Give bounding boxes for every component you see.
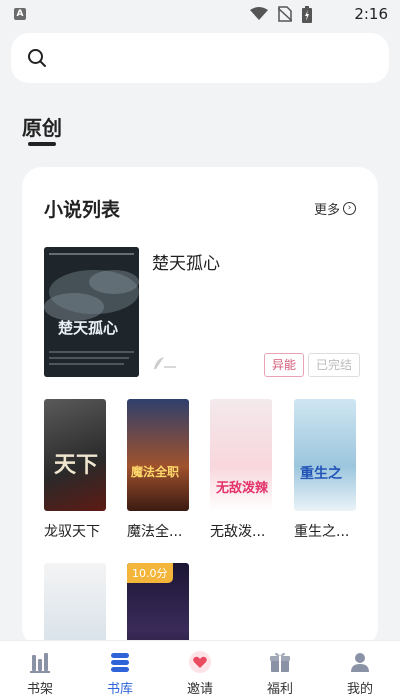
app-notification-icon: A bbox=[14, 8, 26, 20]
tab-library[interactable]: 书库 bbox=[80, 641, 160, 700]
novel-list-card: 小说列表 更多 › 楚天孤心 楚天孤心 异能 已完结 天下 龙驭天下 魔法全职 bbox=[22, 167, 378, 647]
score-badge: 10.0分 bbox=[127, 563, 173, 583]
status-time: 2:16 bbox=[354, 5, 388, 23]
book-cover-text: 重生之 bbox=[300, 466, 342, 482]
battery-icon bbox=[302, 5, 312, 23]
featured-cover-title: 楚天孤心 bbox=[58, 319, 119, 337]
quill-icon bbox=[154, 357, 176, 369]
featured-book-cover[interactable]: 楚天孤心 bbox=[44, 247, 139, 377]
bookshelf-icon bbox=[30, 653, 50, 673]
tab-label: 书库 bbox=[106, 682, 133, 697]
no-sim-icon bbox=[278, 6, 292, 22]
book-cover-text: 天下 bbox=[54, 453, 99, 478]
tab-bookshelf[interactable]: 书架 bbox=[0, 641, 80, 700]
book-cover: 魔法全职 bbox=[127, 399, 189, 511]
book-cover: 10.0分 bbox=[127, 563, 189, 647]
status-tag: 已完结 bbox=[308, 353, 361, 377]
book-title: 龙驭天下 bbox=[44, 524, 100, 540]
book-cover-text: 无敌泼辣 bbox=[216, 481, 269, 496]
tab-label: 我的 bbox=[346, 682, 373, 697]
book-cover-text: 魔法全职 bbox=[131, 465, 180, 479]
book-item[interactable] bbox=[44, 563, 106, 647]
featured-book-title[interactable]: 楚天孤心 bbox=[152, 249, 220, 274]
chevron-right-circle-icon: › bbox=[343, 202, 356, 215]
book-cover: 重生之 bbox=[294, 399, 356, 511]
book-title: 魔法全... bbox=[127, 524, 183, 540]
section-title[interactable]: 原创 bbox=[22, 112, 62, 141]
tab-welfare[interactable]: 福利 bbox=[240, 641, 320, 700]
search-bar[interactable] bbox=[11, 33, 389, 83]
more-label: 更多 bbox=[313, 203, 340, 218]
book-cover bbox=[44, 563, 106, 647]
search-icon bbox=[28, 49, 46, 67]
tab-label: 邀请 bbox=[186, 682, 213, 697]
section-underline bbox=[28, 142, 56, 146]
tab-label: 书架 bbox=[26, 682, 53, 697]
genre-tag: 异能 bbox=[264, 353, 305, 377]
book-title: 无敌泼... bbox=[210, 524, 266, 540]
profile-icon bbox=[351, 653, 369, 672]
book-item[interactable]: 魔法全职 魔法全... bbox=[127, 399, 189, 541]
library-icon bbox=[111, 653, 129, 672]
book-item[interactable]: 10.0分 bbox=[127, 563, 189, 647]
card-title: 小说列表 bbox=[44, 199, 121, 221]
tab-label: 福利 bbox=[266, 682, 293, 697]
tab-invite[interactable]: 邀请 bbox=[160, 641, 240, 700]
status-bar: A 2:16 bbox=[0, 0, 400, 28]
book-cover: 天下 bbox=[44, 399, 106, 511]
book-cover: 无敌泼辣 bbox=[210, 399, 272, 511]
wifi-icon bbox=[250, 7, 268, 20]
more-button[interactable]: 更多 › bbox=[314, 199, 356, 218]
book-item[interactable]: 重生之 重生之... bbox=[294, 399, 356, 541]
book-title: 重生之... bbox=[294, 524, 350, 540]
book-item[interactable]: 无敌泼辣 无敌泼... bbox=[210, 399, 272, 541]
gift-icon bbox=[270, 652, 290, 672]
book-item[interactable]: 天下 龙驭天下 bbox=[44, 399, 106, 541]
status-icons bbox=[250, 5, 312, 23]
tab-profile[interactable]: 我的 bbox=[320, 641, 400, 700]
cover-art bbox=[44, 247, 139, 377]
bottom-tab-bar: 书架 书库 邀请 福利 我的 bbox=[0, 640, 400, 700]
invite-heart-icon bbox=[189, 651, 211, 673]
